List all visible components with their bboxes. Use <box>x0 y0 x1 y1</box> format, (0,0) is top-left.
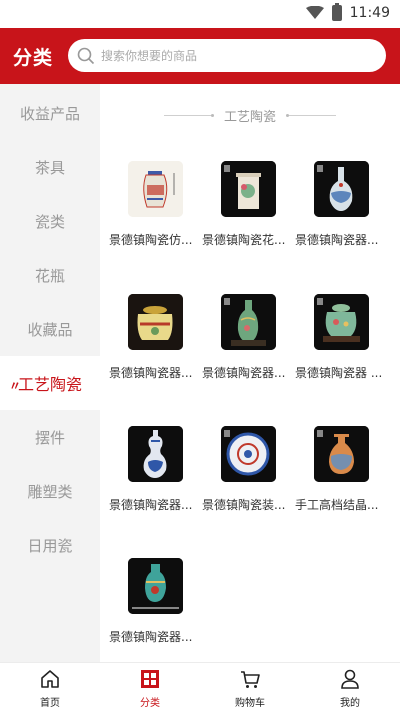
tab-cart[interactable]: 购物车 <box>220 668 280 710</box>
active-indicator-icon: 〃 <box>9 379 22 393</box>
search-input[interactable]: 搜索你想要的商品 <box>68 39 386 72</box>
product-image <box>314 161 369 217</box>
sidebar-item-label: 工艺陶瓷 <box>17 375 82 394</box>
product-name: 景德镇陶瓷花... <box>202 233 286 247</box>
category-icon <box>141 670 159 688</box>
status-bar: 11:49 <box>0 0 400 28</box>
product-name: 景德镇陶瓷仿... <box>109 233 193 247</box>
user-icon <box>341 669 359 689</box>
product-image <box>314 426 369 482</box>
sidebar-item-label: 摆件 <box>34 428 65 447</box>
sidebar-item-label: 茶具 <box>34 158 65 177</box>
sidebar-item-sculpture[interactable]: 雕塑类 <box>0 464 100 518</box>
tab-label: 购物车 <box>235 698 265 709</box>
search-placeholder: 搜索你想要的商品 <box>101 49 198 63</box>
header-bar: 分类 搜索你想要的商品 <box>0 28 400 84</box>
home-icon <box>41 670 59 688</box>
section-title: 工艺陶瓷 <box>223 109 276 125</box>
product-name: 景德镇陶瓷器... <box>109 366 193 380</box>
sidebar-item-label: 花瓶 <box>34 266 65 285</box>
category-sidebar: 收益产品 茶具 瓷类 花瓶 收藏品 〃 工艺陶瓷 摆件 雕塑类 日用瓷 <box>0 84 100 662</box>
product-card[interactable]: 景德镇陶瓷仿... <box>109 161 203 271</box>
cart-icon <box>241 671 260 688</box>
tab-label: 首页 <box>40 698 60 709</box>
product-card[interactable]: 景德镇陶瓷器... <box>109 558 203 668</box>
sidebar-item-vase[interactable]: 花瓶 <box>0 248 100 302</box>
divider <box>163 113 214 117</box>
product-card[interactable]: 景德镇陶瓷器... <box>109 426 203 536</box>
product-name: 景德镇陶瓷器... <box>295 233 379 247</box>
page-title: 分类 <box>13 47 54 69</box>
wifi-icon <box>305 6 324 19</box>
product-name: 景德镇陶瓷器... <box>109 630 193 644</box>
sidebar-item-label: 日用瓷 <box>27 536 73 555</box>
sidebar-item-tea-set[interactable]: 茶具 <box>0 140 100 194</box>
product-image <box>128 558 183 614</box>
sidebar-item-porcelain[interactable]: 瓷类 <box>0 194 100 248</box>
product-name: 景德镇陶瓷器 ... <box>295 366 383 380</box>
product-image <box>314 294 369 350</box>
sidebar-item-label: 收益产品 <box>19 104 80 123</box>
product-image <box>128 161 183 217</box>
tab-category[interactable]: 分类 <box>120 668 180 710</box>
product-name: 景德镇陶瓷装... <box>202 498 286 512</box>
product-image <box>221 161 276 217</box>
product-content: 工艺陶瓷 景德镇陶瓷仿... 景德镇陶瓷花... 景德镇陶瓷器... 景德镇陶瓷… <box>100 84 400 662</box>
product-image <box>128 426 183 482</box>
section-header: 工艺陶瓷 <box>100 104 400 126</box>
product-card[interactable]: 景德镇陶瓷器... <box>295 161 389 271</box>
battery-icon <box>331 3 342 21</box>
product-image <box>221 426 276 482</box>
product-card[interactable]: 景德镇陶瓷器... <box>202 294 296 404</box>
product-card[interactable]: 景德镇陶瓷器... <box>109 294 203 404</box>
sidebar-item-daily-porcelain[interactable]: 日用瓷 <box>0 518 100 572</box>
tab-profile[interactable]: 我的 <box>320 668 380 710</box>
product-card[interactable]: 手工高档结晶... <box>295 426 389 536</box>
sidebar-item-ornaments[interactable]: 摆件 <box>0 410 100 464</box>
tab-home[interactable]: 首页 <box>20 668 80 710</box>
divider <box>286 113 336 117</box>
tab-label: 分类 <box>140 698 160 709</box>
tab-label: 我的 <box>340 698 360 709</box>
product-name: 手工高档结晶... <box>295 498 379 512</box>
product-card[interactable]: 景德镇陶瓷器 ... <box>295 294 389 404</box>
product-image <box>128 294 183 350</box>
bottom-tab-bar: 首页 分类 购物车 我的 <box>0 662 400 711</box>
sidebar-item-collectibles[interactable]: 收藏品 <box>0 302 100 356</box>
product-image <box>221 294 276 350</box>
product-name: 景德镇陶瓷器... <box>202 366 286 380</box>
status-icons: 11:49 <box>305 3 390 21</box>
sidebar-item-label: 瓷类 <box>34 212 65 231</box>
product-card[interactable]: 景德镇陶瓷装... <box>202 426 296 536</box>
search-icon <box>77 47 95 64</box>
product-name: 景德镇陶瓷器... <box>109 498 193 512</box>
sidebar-item-label: 雕塑类 <box>27 482 73 501</box>
sidebar-item-label: 收藏品 <box>27 320 73 339</box>
product-card[interactable]: 景德镇陶瓷花... <box>202 161 296 271</box>
sidebar-item-craft-ceramics[interactable]: 〃 工艺陶瓷 <box>0 356 100 410</box>
status-time: 11:49 <box>349 5 390 21</box>
sidebar-item-income-products[interactable]: 收益产品 <box>0 86 100 140</box>
